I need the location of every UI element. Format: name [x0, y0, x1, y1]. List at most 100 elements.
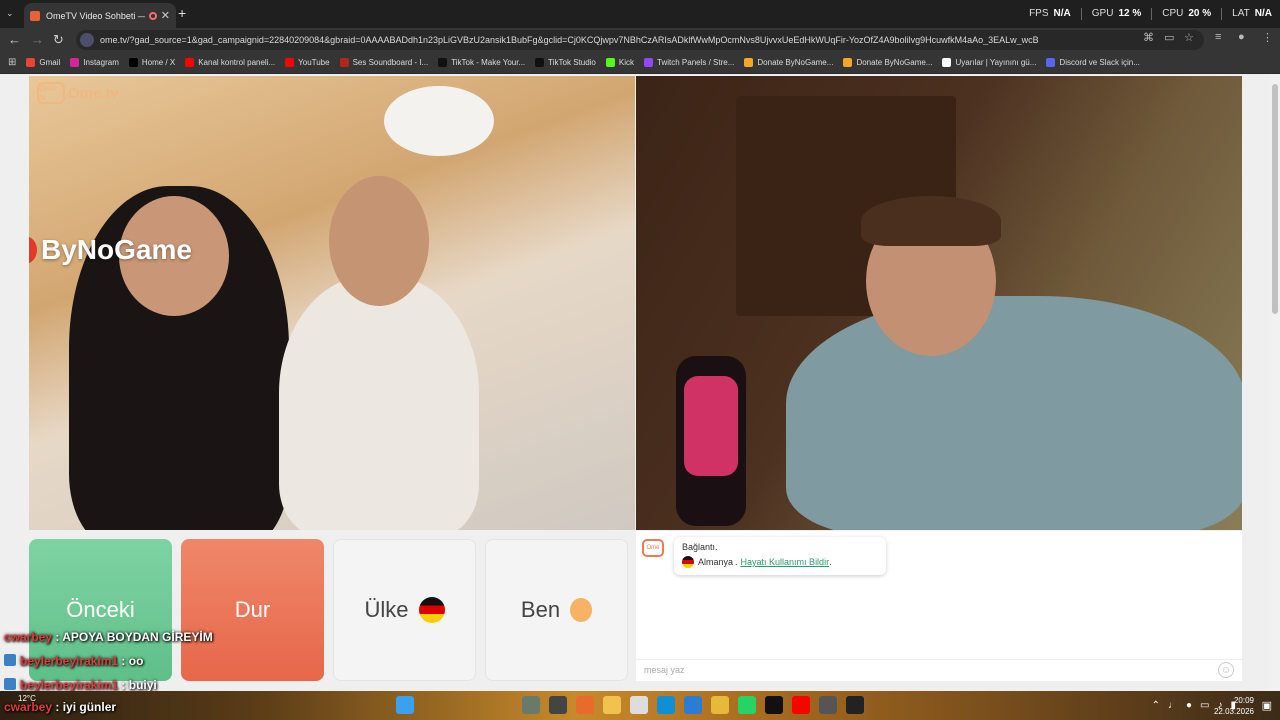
clock-time: 20:09	[1233, 696, 1254, 705]
gpu-stat: GPU 12 %	[1091, 8, 1142, 19]
stranger-video: Ome tv Ome.tv ByNoGame	[29, 76, 635, 530]
clock-date: 22.03.2026	[1213, 707, 1254, 716]
forward-icon[interactable]: →	[31, 32, 44, 47]
report-abuse-link[interactable]: Hayatı Kullanımı Bildir	[741, 557, 830, 567]
apps-icon[interactable]: ⊞	[8, 57, 16, 68]
bookmarks-bar: ⊞ Gmail Instagram Home / X Kanal kontrol…	[0, 52, 1280, 74]
ometv-favicon-icon	[30, 10, 40, 21]
bookmark-item[interactable]: Gmail	[26, 58, 60, 67]
bookmark-item[interactable]: Donate ByNoGame...	[744, 58, 833, 67]
self-camera-video	[636, 76, 1242, 530]
previous-label: Önceki	[66, 597, 135, 622]
bookmark-item[interactable]: Ses Soundboard - I...	[339, 58, 428, 67]
back-icon[interactable]: ←	[8, 32, 21, 47]
bookmark-item[interactable]: TikTok - Make Your...	[438, 58, 525, 67]
bookmark-item[interactable]: Kanal kontrol paneli...	[185, 58, 275, 67]
bookmark-item[interactable]: Kick	[605, 58, 634, 67]
germany-flag-icon	[418, 597, 445, 623]
bookmark-item[interactable]: Donate ByNoGame...	[843, 58, 932, 67]
badge-icon	[4, 654, 16, 666]
germany-flag-icon	[682, 556, 694, 568]
address-bar[interactable]: ome.tv/?gad_source=1&gad_campaignid=2284…	[76, 30, 1204, 50]
close-tab-icon[interactable]: ✕	[161, 9, 170, 22]
cast-icon[interactable]: ▭	[1164, 31, 1174, 44]
chrome-icon[interactable]	[711, 696, 729, 714]
bookmark-item[interactable]: Uyarılar | Yayınını gü...	[942, 58, 1036, 67]
bynogame-logo-icon	[29, 236, 37, 264]
overlay-chat-line: beylerbeyirakim1 : buiyi	[4, 678, 157, 692]
ometv-chat-logo-icon: Ome	[642, 539, 664, 557]
bookmark-item[interactable]: YouTube	[285, 58, 330, 67]
obs-icon[interactable]	[846, 696, 864, 714]
bookmark-item[interactable]: Instagram	[70, 58, 119, 67]
bookmark-star-icon[interactable]: ☆	[1184, 31, 1194, 44]
taskbar-spacer	[423, 696, 513, 714]
url-text[interactable]: ome.tv/?gad_source=1&gad_campaignid=2284…	[100, 35, 1140, 45]
boy-emoji-icon	[570, 598, 593, 622]
me-label: Ben	[520, 597, 561, 622]
country-button[interactable]: Ülke	[333, 539, 476, 681]
edge-icon[interactable]	[657, 696, 675, 714]
windows-taskbar: 12°C ⌃ ♩ ● ▭ ♪ ▮ 20:09 22.03.2026 ▣	[0, 691, 1280, 720]
clock[interactable]: 20:09 22.03.2026	[1214, 695, 1254, 717]
page-scrollbar[interactable]	[1270, 74, 1280, 691]
tab-title: OmeTV Video Sohbeti — O	[46, 10, 145, 21]
video-subject	[786, 296, 1242, 530]
translate-icon[interactable]: ⌘	[1143, 31, 1154, 44]
video-subject	[329, 176, 429, 306]
me-button[interactable]: Ben	[485, 539, 628, 681]
badge-icon	[4, 678, 16, 690]
bynogame-watermark: ByNoGame	[29, 234, 192, 266]
youtube-icon[interactable]	[792, 696, 810, 714]
network-icon[interactable]: ▭	[1200, 700, 1209, 711]
taskbar-apps	[396, 696, 864, 714]
tab-ometv[interactable]: OmeTV Video Sohbeti — O ✕	[24, 3, 176, 28]
perf-stats: FPS N/A GPU 12 % CPU 20 % LAT N/A	[1029, 8, 1272, 20]
file-explorer-icon[interactable]	[603, 696, 621, 714]
store-icon[interactable]	[630, 696, 648, 714]
tray-chevron-icon[interactable]: ⌃	[1152, 700, 1160, 711]
bookmark-item[interactable]: Discord ve Slack için...	[1046, 58, 1140, 67]
video-subject	[861, 196, 1001, 246]
whatsapp-icon[interactable]	[738, 696, 756, 714]
country-text: Almanya	[698, 557, 734, 567]
tab-search-icon[interactable]: ⌄	[6, 8, 14, 19]
overlay-chat-line: beylerbeyirakim1 : oo	[4, 654, 143, 668]
bookmark-item[interactable]: Twitch Panels / Stre...	[644, 58, 734, 67]
ometv-logo: Ome tv Ome.tv	[37, 82, 119, 104]
stop-label: Dur	[234, 597, 271, 622]
menu-icon[interactable]: ⋮	[1262, 31, 1273, 44]
chat-panel: Ome Bağlantı. Almanya . Hayatı Kullanımı…	[636, 531, 1242, 681]
windows-start-icon[interactable]	[396, 696, 414, 714]
country-label: Ülke	[364, 597, 409, 622]
system-message: Bağlantı. Almanya . Hayatı Kullanımı Bil…	[674, 537, 886, 575]
tab-bar: ⌄ OmeTV Video Sohbeti — O ✕ + FPSN/A GPU…	[0, 0, 1280, 28]
ceiling-lamp	[384, 86, 494, 156]
tiktok-icon[interactable]	[765, 696, 783, 714]
new-tab-button[interactable]: +	[178, 5, 186, 21]
site-info-icon[interactable]	[80, 33, 94, 47]
emoji-icon[interactable]: ☺	[1218, 662, 1234, 678]
car-app-icon[interactable]	[522, 696, 540, 714]
reload-icon[interactable]: ↻	[53, 32, 64, 48]
profile-avatar-icon[interactable]: ●	[1238, 31, 1245, 43]
app-icon[interactable]	[576, 696, 594, 714]
cpu-stat: CPU 20 %	[1162, 8, 1212, 19]
scrollbar-thumb[interactable]	[1272, 84, 1278, 314]
microphone-tray-icon[interactable]: ♩	[1168, 700, 1178, 711]
task-view-icon[interactable]	[549, 696, 567, 714]
message-input[interactable]: mesaj yaz	[636, 659, 1242, 681]
extensions-icon[interactable]: ≡	[1215, 31, 1221, 43]
settings-icon[interactable]	[819, 696, 837, 714]
notification-icon[interactable]: ▣	[1262, 699, 1272, 712]
fps-stat: FPS N/A	[1029, 8, 1071, 19]
mail-icon[interactable]	[684, 696, 702, 714]
video-subject	[279, 276, 479, 530]
overlay-chat-line: cwarbey : APOYA BOYDAN GİREYİM	[4, 630, 213, 644]
stop-button[interactable]: Dur	[181, 539, 324, 681]
tray-app-icon[interactable]: ●	[1186, 700, 1192, 711]
bookmark-item[interactable]: Home / X	[128, 58, 175, 67]
bookmark-item[interactable]: TikTok Studio	[535, 58, 596, 67]
lat-stat: LAT N/A	[1232, 8, 1272, 19]
overlay-chat-line: cwarbey : iyi günler	[4, 700, 117, 714]
